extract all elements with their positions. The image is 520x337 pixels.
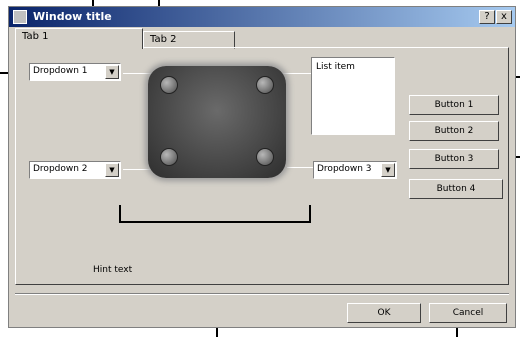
footer-separator	[15, 293, 509, 295]
corner-top-right-icon[interactable]	[256, 76, 274, 94]
combo-bottom-right[interactable]: Dropdown 3 ▼	[313, 161, 397, 179]
bracket-horizontal	[119, 221, 311, 223]
button-1[interactable]: Button 1	[409, 95, 499, 115]
cancel-button[interactable]: Cancel	[429, 303, 507, 323]
corner-bottom-left-icon[interactable]	[160, 148, 178, 166]
app-icon	[13, 10, 27, 24]
tab-smart-pointer[interactable]: Tab 1	[15, 28, 143, 49]
combo-value: Dropdown 3	[317, 164, 372, 174]
bracket-left	[119, 205, 121, 223]
combo-top-left[interactable]: Dropdown 1 ▼	[29, 63, 121, 81]
tab-label: Tab 1	[22, 31, 49, 42]
help-button[interactable]: ?	[479, 10, 495, 24]
tab-label: Tab 2	[150, 34, 177, 45]
corner-top-left-icon[interactable]	[160, 76, 178, 94]
button-3[interactable]: Button 3	[409, 149, 499, 169]
bracket-right	[309, 205, 311, 223]
button-4[interactable]: Button 4	[409, 179, 503, 199]
close-button[interactable]: x	[496, 10, 512, 24]
mode-listbox[interactable]: List item	[311, 57, 395, 135]
combo-value: Dropdown 2	[33, 164, 88, 174]
window-title: Window title	[33, 10, 112, 23]
hint-text: Hint text	[93, 265, 133, 275]
combo-bottom-left[interactable]: Dropdown 2 ▼	[29, 161, 121, 179]
connector-br	[287, 167, 313, 168]
title-bar: Window title ? x	[9, 7, 515, 27]
chevron-down-icon[interactable]: ▼	[105, 65, 119, 79]
connector-tr	[279, 73, 311, 74]
touchpad-graphic	[148, 66, 286, 178]
chevron-down-icon[interactable]: ▼	[105, 163, 119, 177]
list-item[interactable]: List item	[316, 62, 355, 72]
corner-bottom-right-icon[interactable]	[256, 148, 274, 166]
combo-value: Dropdown 1	[33, 66, 88, 76]
button-2[interactable]: Button 2	[409, 121, 499, 141]
chevron-down-icon[interactable]: ▼	[381, 163, 395, 177]
ok-button[interactable]: OK	[347, 303, 421, 323]
